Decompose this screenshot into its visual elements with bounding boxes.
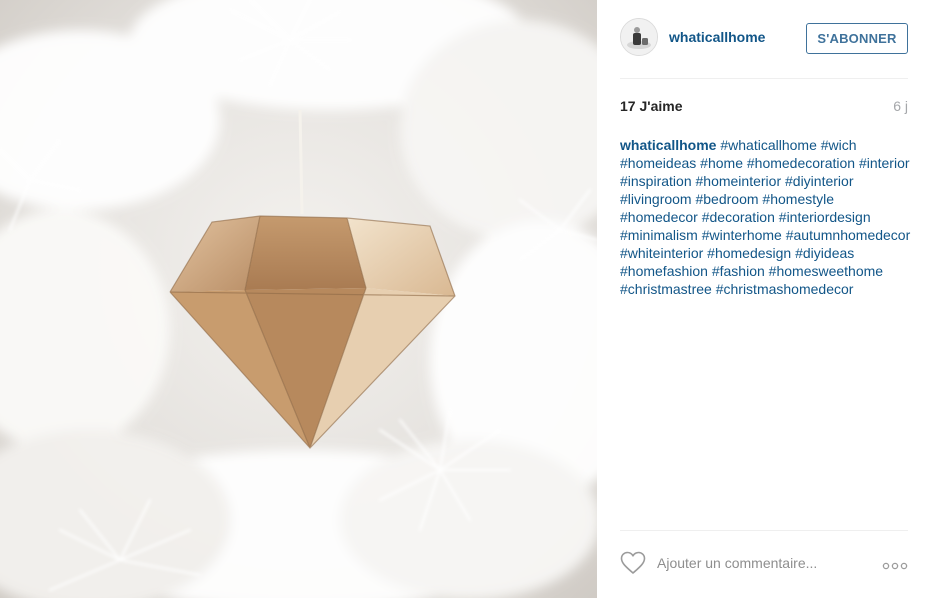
- avatar[interactable]: [620, 18, 658, 56]
- hashtag-link[interactable]: #fashion: [712, 263, 765, 279]
- hashtag-link[interactable]: #homeideas: [620, 155, 696, 171]
- hashtag-link[interactable]: #interior: [859, 155, 910, 171]
- post-time[interactable]: 6 j: [893, 98, 908, 114]
- post-header: whaticallhome S'ABONNER: [597, 0, 933, 78]
- heart-icon: [620, 551, 646, 574]
- hashtag-link[interactable]: #christmastree: [620, 281, 712, 297]
- hashtag-link[interactable]: #diyinterior: [785, 173, 853, 189]
- hashtag-link[interactable]: #homedecor: [620, 209, 698, 225]
- hashtag-link[interactable]: #homestyle: [762, 191, 834, 207]
- hashtag-link[interactable]: #diyideas: [795, 245, 854, 261]
- comment-input[interactable]: [657, 553, 857, 573]
- hashtag-link[interactable]: #livingroom: [620, 191, 692, 207]
- ornament-image: [0, 0, 597, 598]
- more-options-icon: [882, 562, 908, 570]
- hashtag-link[interactable]: #homedesign: [707, 245, 791, 261]
- post-sidebar: whaticallhome S'ABONNER 17 J'aime 6 j wh…: [597, 0, 933, 598]
- divider-top: [620, 78, 908, 79]
- hashtag-link[interactable]: #bedroom: [695, 191, 758, 207]
- comment-bar: [597, 530, 933, 598]
- hashtag-link[interactable]: #autumnhomedecor: [786, 227, 911, 243]
- hashtag-link[interactable]: #homefashion: [620, 263, 708, 279]
- follow-button[interactable]: S'ABONNER: [806, 23, 908, 54]
- post-photo[interactable]: [0, 0, 597, 598]
- hashtag-link[interactable]: #inspiration: [620, 173, 692, 189]
- hashtag-link[interactable]: #homesweethome: [769, 263, 883, 279]
- hashtag-link[interactable]: #interiordesign: [779, 209, 871, 225]
- more-options-button[interactable]: [882, 558, 908, 570]
- hashtag-link[interactable]: #decoration: [702, 209, 775, 225]
- hashtag-link[interactable]: #winterhome: [702, 227, 782, 243]
- hashtag-link[interactable]: #homeinterior: [696, 173, 782, 189]
- username-link[interactable]: whaticallhome: [669, 29, 765, 45]
- post-caption: whaticallhome #whaticallhome #wich #home…: [620, 136, 915, 298]
- hashtag-link[interactable]: #homedecoration: [747, 155, 855, 171]
- caption-username[interactable]: whaticallhome: [620, 137, 716, 153]
- hashtag-link[interactable]: #home: [700, 155, 743, 171]
- hashtag-link[interactable]: #whaticallhome: [720, 137, 817, 153]
- like-button[interactable]: [620, 551, 646, 575]
- caption-hashtags: #whaticallhome #wich #homeideas #home #h…: [620, 137, 910, 297]
- hashtag-link[interactable]: #wich: [821, 137, 857, 153]
- avatar-image: [621, 19, 657, 55]
- hashtag-link[interactable]: #whiteinterior: [620, 245, 703, 261]
- hashtag-link[interactable]: #minimalism: [620, 227, 698, 243]
- hashtag-link[interactable]: #christmashomedecor: [716, 281, 854, 297]
- likes-count[interactable]: 17 J'aime: [620, 98, 683, 114]
